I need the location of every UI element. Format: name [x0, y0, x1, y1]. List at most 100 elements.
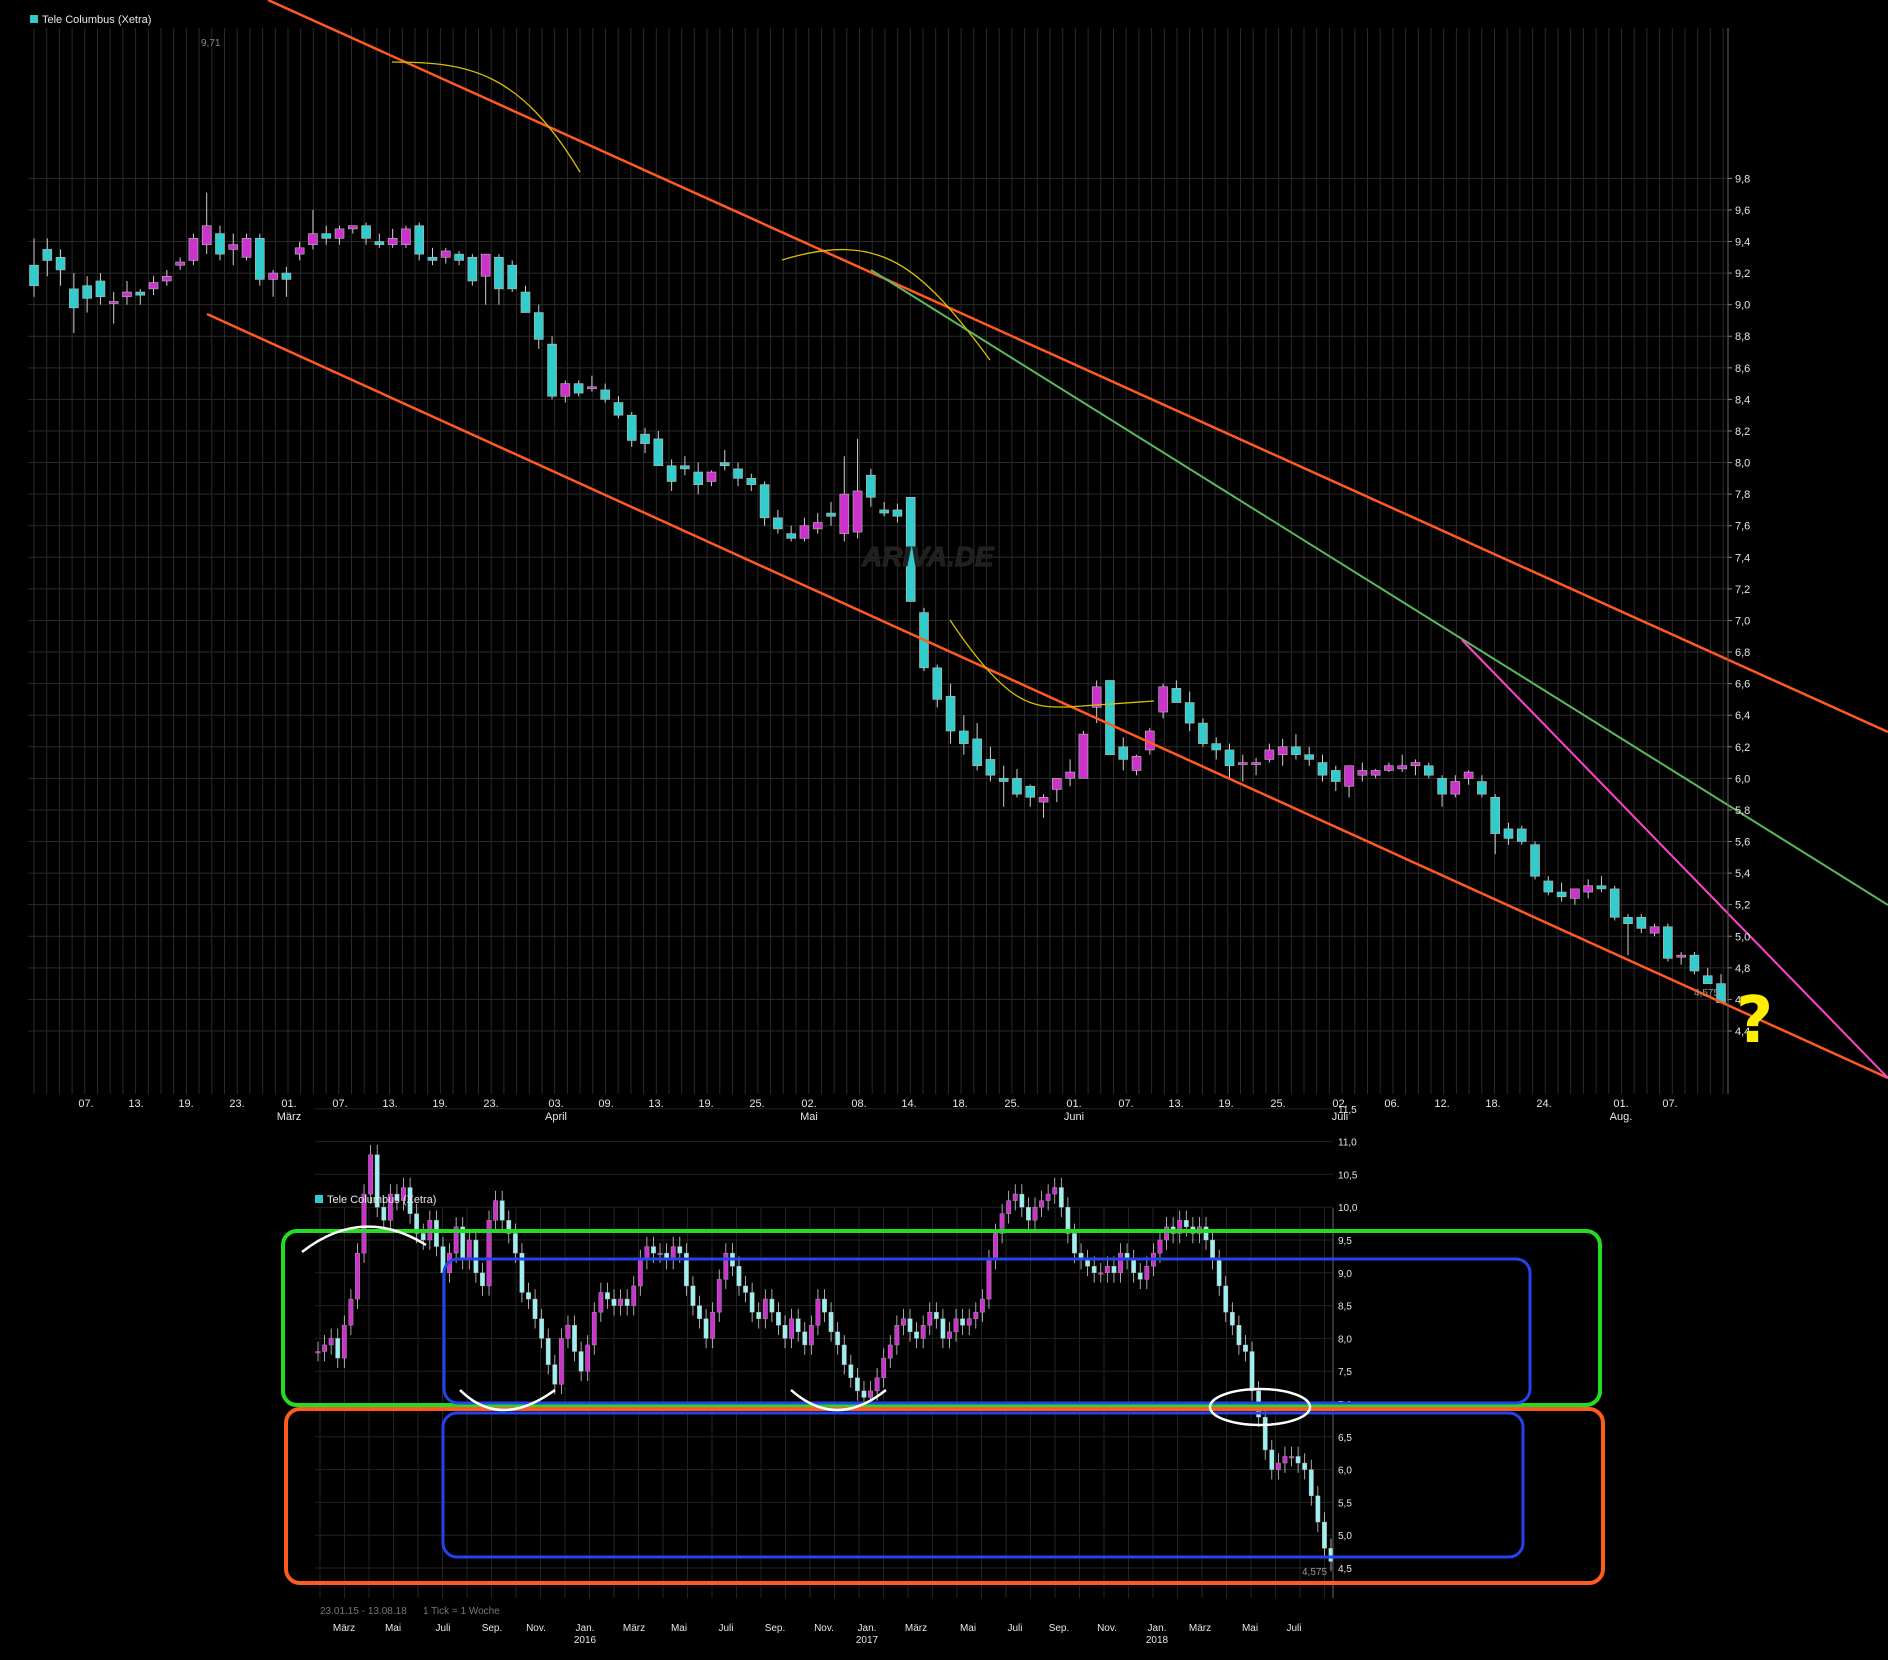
candle-body: [1463, 771, 1474, 779]
bottom-candle-body: [335, 1338, 341, 1359]
candle-body: [122, 291, 132, 298]
bottom-candle-body: [322, 1344, 327, 1352]
candle-body: [626, 414, 637, 441]
bottom-candle-body: [1032, 1206, 1038, 1221]
bottom-candle-body: [1216, 1259, 1222, 1287]
bottom-candle-body: [822, 1298, 827, 1313]
bottom-candle-body: [315, 1351, 321, 1354]
bottom-candle-body: [1164, 1226, 1169, 1241]
bottom-candle-body: [848, 1364, 854, 1378]
bottom-candle-body: [1012, 1193, 1018, 1201]
bottom-last-price-label: 4,575: [1302, 1567, 1327, 1578]
candle-body: [613, 402, 624, 416]
bottom-candle-body: [1229, 1311, 1235, 1326]
bottom-x-tick-label: Mai: [671, 1623, 687, 1634]
bottom-legend-swatch: [315, 1195, 323, 1203]
bottom-candle-body: [828, 1311, 834, 1333]
bottom-x-tick-label: Juli: [718, 1623, 733, 1634]
x-tick-label: 12.: [1434, 1098, 1449, 1110]
candle-body: [268, 272, 278, 280]
main-legend: Tele Columbus (Xetra): [42, 14, 151, 26]
bottom-candle-body: [743, 1285, 748, 1293]
y-tick-label: 6,0: [1735, 773, 1750, 785]
candle-body: [1012, 778, 1022, 795]
candle-body: [1052, 778, 1062, 790]
bottom-x-tick-label: Jan.: [1148, 1623, 1167, 1634]
legend-swatch: [30, 15, 38, 23]
candle-body: [972, 738, 982, 767]
candle-body: [547, 343, 557, 397]
bottom-candle-body: [420, 1233, 426, 1241]
bottom-y-tick-label: 6,0: [1338, 1466, 1352, 1477]
bottom-candle-body: [762, 1298, 768, 1319]
bottom-x-tick-label: Jan.: [858, 1623, 877, 1634]
bottom-candle-body: [749, 1292, 755, 1313]
bottom-x-tick-label: März: [333, 1623, 355, 1634]
bottom-y-tick-label: 9,5: [1338, 1236, 1352, 1247]
candle-body: [215, 233, 225, 255]
y-tick-label: 9,2: [1735, 268, 1750, 280]
bottom-candle-body: [1006, 1200, 1012, 1214]
bottom-candle-body: [618, 1298, 623, 1306]
bottom-candle-body: [782, 1325, 788, 1339]
candle-body: [1224, 749, 1235, 767]
bottom-candle-body: [835, 1331, 841, 1346]
bottom-candle-body: [1045, 1193, 1051, 1201]
x-month-label: April: [545, 1111, 567, 1123]
bottom-candle-body: [493, 1200, 499, 1221]
candle-body: [69, 288, 79, 309]
candle-body: [1211, 743, 1222, 751]
x-tick-label: 13.: [382, 1098, 397, 1110]
bottom-x-tick-label: Sep.: [765, 1623, 786, 1634]
bottom-candle-body: [960, 1318, 966, 1326]
bottom-candle-body: [979, 1298, 985, 1313]
candle-body: [1158, 686, 1168, 713]
y-tick-label: 8,0: [1735, 458, 1750, 470]
bottom-candle-body: [526, 1292, 531, 1300]
y-tick-label: 8,8: [1735, 331, 1750, 343]
x-tick-label: 23.: [229, 1098, 244, 1110]
bottom-candle-body: [920, 1325, 926, 1339]
candle-body: [693, 471, 703, 485]
bottom-candle-body: [381, 1206, 387, 1221]
candle-body: [812, 522, 823, 530]
candle-body: [148, 282, 159, 290]
bottom-candle-body: [605, 1292, 610, 1300]
bottom-range-label: 23.01.15 - 13.08.18: [320, 1606, 407, 1617]
candle-body: [560, 383, 571, 397]
main-x-axis: 07. 13. 19. 23. 01. 07. 13. 19. 23. 03. 09. 13. 19. 2…: [78, 1098, 1677, 1123]
y-tick-label: 5,6: [1735, 837, 1750, 849]
candle-body: [1065, 771, 1075, 779]
bottom-candle-body: [795, 1318, 801, 1333]
candle-body: [42, 249, 53, 261]
candle-body: [1410, 762, 1421, 767]
candle-body: [321, 233, 332, 239]
bottom-candle-body: [927, 1311, 933, 1326]
bottom-candle-body: [841, 1344, 847, 1365]
bottom-candle-body: [1308, 1469, 1314, 1497]
bottom-candle-body: [808, 1325, 814, 1346]
bottom-candle-body: [1131, 1259, 1137, 1274]
bottom-candle-body: [703, 1318, 709, 1339]
bottom-candle-body: [480, 1272, 485, 1287]
bottom-candle-body: [1302, 1462, 1308, 1470]
candle-body: [135, 291, 146, 296]
y-tick-label: 5,0: [1735, 931, 1750, 943]
bottom-y-tick-label: 10,5: [1338, 1170, 1358, 1181]
bottom-candle-body: [1157, 1239, 1163, 1254]
bottom-candle-body: [723, 1252, 729, 1280]
bottom-x-tick-label: März: [623, 1623, 645, 1634]
bottom-y-axis: 11,511,010,510,09,59,08,58,07,57,06,56,0…: [1332, 1105, 1358, 1598]
bottom-legend: Tele Columbus (Xetra): [327, 1194, 436, 1206]
last-price-label: 4,575: [1694, 988, 1719, 999]
bottom-candle-body: [512, 1233, 518, 1254]
candle-body: [1131, 755, 1142, 771]
bottom-candle-body: [973, 1311, 979, 1319]
candle-body: [1038, 797, 1049, 803]
bottom-candle-body: [736, 1266, 742, 1287]
bottom-candle-body: [545, 1338, 551, 1365]
bottom-candle-body: [716, 1279, 722, 1313]
bottom-candle-body: [966, 1318, 972, 1326]
x-tick-label: 07.: [78, 1098, 93, 1110]
bottom-candle-body: [558, 1338, 564, 1385]
